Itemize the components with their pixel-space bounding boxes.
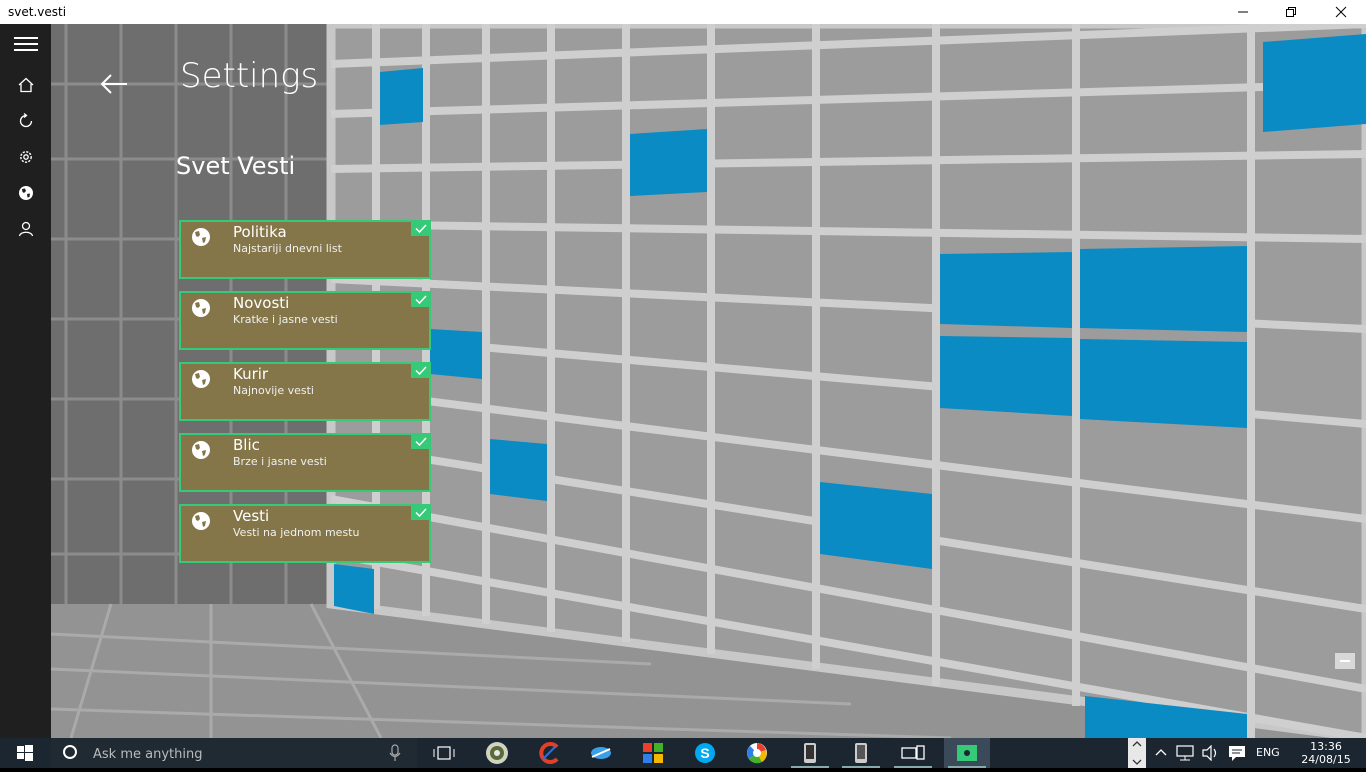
source-card-kurir[interactable]: Kurir Najnovije vesti — [179, 362, 431, 421]
source-description: Kratke i jasne vesti — [233, 313, 338, 326]
taskbar-app-skype[interactable]: S — [682, 738, 728, 768]
source-name: Politika — [233, 223, 287, 241]
close-button[interactable] — [1318, 0, 1364, 24]
show-hidden-icons-icon[interactable] — [1154, 745, 1168, 759]
cortana-icon — [63, 745, 77, 759]
network-icon[interactable] — [1176, 745, 1194, 761]
phone-app-icon — [804, 743, 816, 763]
taskbar-app-svet-vesti[interactable] — [944, 738, 990, 768]
section-title: Svet Vesti — [176, 152, 296, 180]
source-description: Najnovije vesti — [233, 384, 314, 397]
selected-check-icon — [411, 220, 431, 236]
page-title: Settings — [180, 56, 319, 96]
taskbar-app-devices[interactable] — [890, 738, 936, 768]
start-button[interactable] — [0, 738, 50, 768]
selected-check-icon — [411, 291, 431, 307]
globe-icon — [192, 441, 210, 459]
globe-icon — [192, 370, 210, 388]
source-card-blic[interactable]: Blic Brze i jasne vesti — [179, 433, 431, 492]
clock[interactable]: 13:36 24/08/15 — [1296, 740, 1356, 766]
taskbar: S ENG 13:36 24/08/15 — [0, 738, 1366, 768]
window-title: svet.vesti — [8, 5, 67, 19]
hamburger-button[interactable] — [0, 26, 51, 62]
title-bar: svet.vesti — [0, 0, 1366, 24]
task-view-icon — [433, 746, 455, 760]
nav-sources[interactable] — [0, 175, 51, 211]
tablet-app-icon — [855, 743, 867, 763]
home-icon — [18, 77, 33, 93]
refresh-icon — [19, 113, 32, 128]
media-player-icon — [486, 742, 508, 764]
collapse-button[interactable] — [1335, 653, 1355, 669]
windows-logo-icon — [17, 745, 33, 761]
taskbar-app-tablet[interactable] — [838, 738, 884, 768]
source-name: Kurir — [233, 365, 269, 383]
input-language[interactable]: ENG — [1256, 746, 1280, 759]
person-icon — [18, 221, 33, 237]
skype-icon: S — [695, 743, 715, 763]
nav-pane — [0, 24, 51, 738]
close-icon — [1335, 6, 1347, 18]
selected-check-icon — [411, 362, 431, 378]
store-icon — [643, 743, 663, 763]
source-card-vesti[interactable]: Vesti Vesti na jednom mestu — [179, 504, 431, 563]
source-list: Politika Najstariji dnevni list Novosti … — [179, 220, 435, 575]
selected-check-icon — [411, 504, 431, 520]
clock-time: 13:36 — [1310, 740, 1342, 753]
globe-icon — [18, 186, 33, 200]
search-input[interactable] — [91, 743, 375, 765]
minimize-icon — [1238, 11, 1248, 13]
microphone-icon[interactable] — [389, 744, 401, 762]
restore-icon — [1286, 7, 1296, 17]
source-name: Vesti — [233, 507, 270, 525]
taskbar-app-ccleaner[interactable] — [526, 738, 572, 768]
source-description: Brze i jasne vesti — [233, 455, 327, 468]
task-view-button[interactable] — [421, 738, 467, 768]
svg-text:S: S — [700, 745, 709, 761]
browser-icon — [591, 747, 611, 759]
taskbar-app-picasa[interactable] — [734, 738, 780, 768]
source-description: Najstariji dnevni list — [233, 242, 342, 255]
main-content: Settings Svet Vesti Politika Najstariji … — [51, 24, 1366, 738]
action-center-icon[interactable] — [1228, 745, 1246, 761]
minus-icon — [1340, 660, 1350, 662]
clock-date: 24/08/15 — [1301, 753, 1351, 766]
globe-icon — [192, 228, 210, 246]
tray-overflow-scroll[interactable] — [1128, 738, 1146, 768]
restore-button[interactable] — [1268, 0, 1314, 24]
svet-vesti-icon — [957, 745, 977, 761]
source-name: Blic — [233, 436, 260, 454]
back-arrow-icon — [100, 74, 127, 94]
taskbar-app-browser[interactable] — [578, 738, 624, 768]
hamburger-icon — [13, 37, 38, 51]
globe-icon — [192, 299, 210, 317]
taskbar-app-media-player[interactable] — [474, 738, 520, 768]
scroll-arrows-icon — [1132, 741, 1142, 765]
settings-icon — [19, 151, 32, 163]
taskbar-app-phone[interactable] — [787, 738, 833, 768]
globe-icon — [192, 512, 210, 530]
cortana-search[interactable] — [51, 738, 417, 768]
minimize-button[interactable] — [1220, 0, 1266, 24]
selected-check-icon — [411, 433, 431, 449]
source-name: Novosti — [233, 294, 290, 312]
nav-refresh[interactable] — [0, 103, 51, 139]
ccleaner-icon — [539, 742, 559, 764]
nav-settings[interactable] — [0, 139, 51, 175]
back-button[interactable] — [99, 72, 131, 96]
source-card-novosti[interactable]: Novosti Kratke i jasne vesti — [179, 291, 431, 350]
picasa-icon — [747, 743, 767, 764]
nav-home[interactable] — [0, 67, 51, 103]
source-card-politika[interactable]: Politika Najstariji dnevni list — [179, 220, 431, 279]
nav-account[interactable] — [0, 211, 51, 247]
taskbar-app-store[interactable] — [630, 738, 676, 768]
devices-icon — [901, 745, 925, 760]
volume-icon[interactable] — [1202, 745, 1220, 761]
source-description: Vesti na jednom mestu — [233, 526, 360, 539]
